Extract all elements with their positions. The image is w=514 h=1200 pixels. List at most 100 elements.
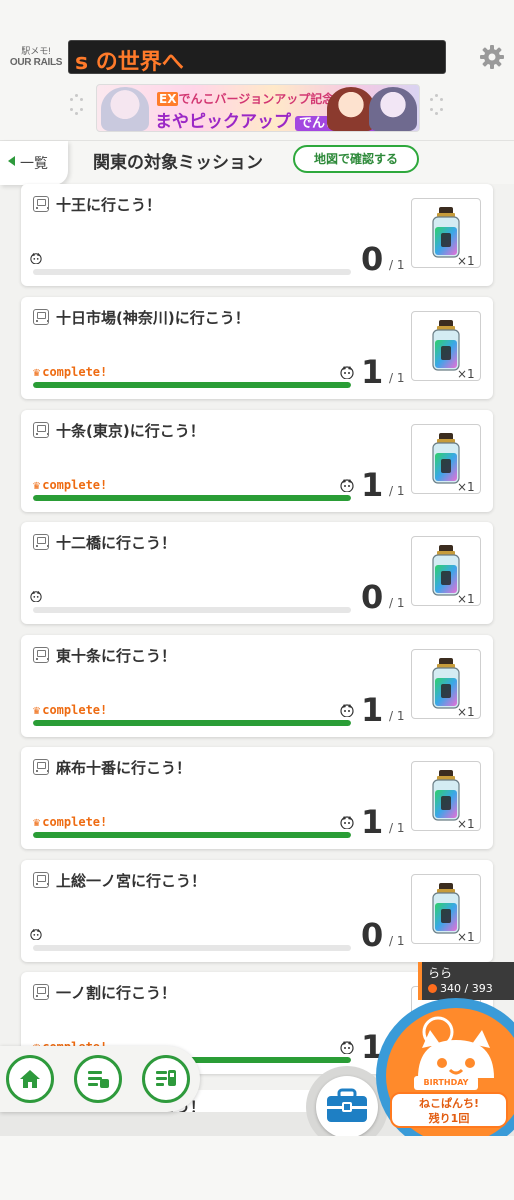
- banner-headline: EX でんこバージョンアップ記念!: [157, 92, 340, 106]
- progress-bar: [33, 269, 351, 275]
- progress-count: 1: [361, 353, 384, 391]
- mascot-icon: [340, 816, 354, 829]
- mission-card[interactable]: 十王に行こう！ 0 / 1 ×1: [21, 184, 493, 286]
- crown-icon: ♛: [33, 365, 41, 379]
- progress-bar: [33, 607, 351, 613]
- reward-quantity: ×1: [457, 367, 475, 381]
- station-icon: [33, 196, 49, 212]
- station-icon: [33, 309, 49, 325]
- banner-carousel[interactable]: EXでんこバージョンアップ記念! まやピックアップでんこガチャ: [68, 80, 448, 136]
- progress-count: 0: [361, 916, 384, 954]
- station-icon: [33, 647, 49, 663]
- page-footer: [0, 1136, 514, 1200]
- mascot-icon: [340, 479, 354, 492]
- neko-punch-button[interactable]: BIRTHDAY ねこぱんち! 残り1回: [376, 998, 514, 1154]
- progress-fill: [33, 382, 351, 388]
- character-illustration: [327, 87, 375, 131]
- progress-total: / 1: [389, 371, 405, 385]
- mission-card[interactable]: 十日市場(神奈川)に行こう！ ♛ complete! 1 / 1 ×1: [21, 297, 493, 399]
- progress-fill: [33, 720, 351, 726]
- complete-badge: ♛complete!: [33, 815, 108, 829]
- home-button[interactable]: [6, 1055, 54, 1103]
- user-hp: 340 / 393: [428, 982, 493, 995]
- progress-total: / 1: [389, 258, 405, 272]
- mission-title: 一ノ割に行こう！: [56, 984, 177, 1002]
- progress-fill: [33, 832, 351, 838]
- carousel-dots-right: [430, 94, 444, 116]
- mission-title: 十条(東京)に行こう！: [56, 422, 205, 440]
- mission-title: 十日市場(神奈川)に行こう！: [56, 309, 250, 327]
- station-icon: [33, 422, 49, 438]
- crown-icon: ♛: [33, 478, 41, 492]
- progress-count: 0: [361, 240, 384, 278]
- progress-bar: [33, 832, 351, 838]
- progress-bar: [33, 382, 351, 388]
- mission-card[interactable]: 十二橋に行こう！ 0 / 1 ×1: [21, 522, 493, 624]
- view-on-map-button[interactable]: 地図で確認する: [293, 145, 419, 173]
- user-status[interactable]: らら 340 / 393: [418, 962, 514, 1000]
- page-title: 関東の対象ミッション: [93, 153, 263, 173]
- gacha-banner[interactable]: EXでんこバージョンアップ記念! まやピックアップでんこガチャ: [96, 84, 420, 132]
- progress-total: / 1: [389, 934, 405, 948]
- mission-title: 東十条に行こう！: [56, 647, 177, 665]
- potion-bottle-icon: [432, 545, 460, 596]
- train-station-icon: [156, 1070, 176, 1086]
- potion-bottle-icon: [432, 770, 460, 821]
- station-list-button[interactable]: [142, 1055, 190, 1103]
- progress-total: / 1: [389, 484, 405, 498]
- reward-quantity: ×1: [457, 705, 475, 719]
- news-ticker[interactable]: s の世界へ: [68, 40, 446, 74]
- reward-quantity: ×1: [457, 817, 475, 831]
- potion-bottle-icon: [432, 658, 460, 709]
- reward-quantity: ×1: [457, 254, 475, 268]
- progress-bar: [33, 945, 351, 951]
- ticker-text: s の世界へ: [75, 50, 184, 74]
- reward-quantity: ×1: [457, 480, 475, 494]
- station-icon: [33, 984, 49, 1000]
- crown-icon: ♛: [33, 703, 41, 717]
- mission-title: 十王に行こう！: [56, 196, 162, 214]
- progress-bar: [33, 720, 351, 726]
- briefcase-icon: [327, 1088, 367, 1122]
- progress-count: 1: [361, 691, 384, 729]
- complete-badge: ♛complete!: [33, 478, 108, 492]
- mission-card[interactable]: 東十条に行こう！ ♛ complete! 1 / 1 ×1: [21, 635, 493, 737]
- mission-card[interactable]: 十条(東京)に行こう！ ♛ complete! 1 / 1 ×1: [21, 410, 493, 512]
- bottom-dock: [0, 1046, 200, 1112]
- progress-total: / 1: [389, 821, 405, 835]
- train-list-button[interactable]: [74, 1055, 122, 1103]
- train-list-icon: [88, 1071, 109, 1088]
- mission-title: 麻布十番に行こう！: [56, 759, 192, 777]
- mascot-icon: [30, 590, 42, 602]
- reward-quantity: ×1: [457, 592, 475, 606]
- mission-card[interactable]: 上総一ノ宮に行こう！ 0 / 1 ×1: [21, 860, 493, 962]
- chevron-left-icon: [8, 156, 15, 166]
- potion-bottle-icon: [432, 883, 460, 934]
- carousel-dots-left: [70, 94, 84, 116]
- mascot-icon: [340, 366, 354, 379]
- character-illustration: [101, 87, 149, 131]
- progress-bar: [33, 495, 351, 501]
- mascot-icon: [30, 928, 42, 940]
- station-icon: [33, 534, 49, 550]
- app-logo: 駅メモ! OUR RAILS: [9, 46, 63, 68]
- gear-icon[interactable]: [479, 44, 505, 70]
- progress-count: 0: [361, 578, 384, 616]
- potion-bottle-icon: [432, 433, 460, 484]
- back-to-list-button[interactable]: 一覧: [0, 141, 68, 185]
- progress-total: / 1: [389, 596, 405, 610]
- progress-total: / 1: [389, 709, 405, 723]
- mission-title: 上総一ノ宮に行こう！: [56, 872, 207, 890]
- birthday-badge: BIRTHDAY: [414, 1076, 478, 1090]
- neko-punch-label: ねこぱんち! 残り1回: [390, 1092, 508, 1128]
- user-name: らら: [428, 966, 453, 980]
- mission-title: 十二橋に行こう！: [56, 534, 177, 552]
- potion-bottle-icon: [432, 320, 460, 371]
- crown-icon: ♛: [33, 815, 41, 829]
- reward-quantity: ×1: [457, 930, 475, 944]
- mascot-icon: [340, 704, 354, 717]
- progress-count: 1: [361, 466, 384, 504]
- mission-card[interactable]: 麻布十番に行こう！ ♛ complete! 1 / 1 ×1: [21, 747, 493, 849]
- mission-header-bar: 一覧 関東の対象ミッション 地図で確認する: [0, 140, 514, 185]
- station-icon: [33, 872, 49, 888]
